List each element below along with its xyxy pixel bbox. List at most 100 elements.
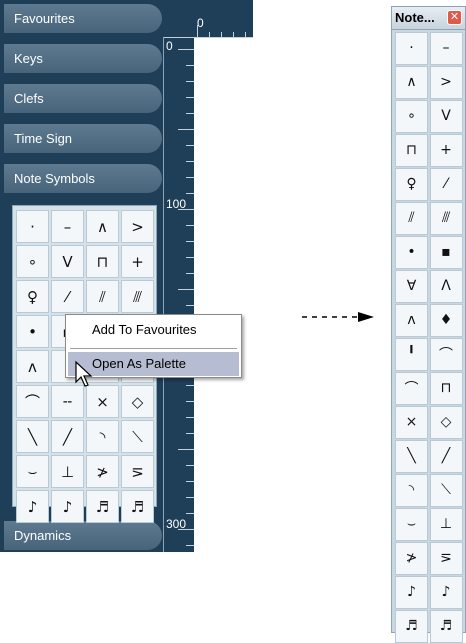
palette-symbol-25[interactable]: ╱ [429,440,463,473]
inspector-symbol-10[interactable]: ⫽ [86,280,119,313]
palette-symbol-4[interactable]: ∘ [395,100,428,133]
inspector-symbol-25[interactable]: ╱ [51,420,84,453]
inspector-symbol-24[interactable]: ╲ [16,420,49,453]
palette-titlebar[interactable]: Note... ✕ [392,7,465,30]
ruler-tick [186,401,194,402]
inspector-symbol-35[interactable]: ♬ [121,490,154,523]
palette-symbol-17[interactable]: ♦ [429,304,463,337]
palette-symbol-18[interactable]: ╹ [395,338,428,371]
palette-symbol-35[interactable]: ♬ [429,610,463,643]
inspector-symbol-1[interactable]: – [51,210,84,243]
ruler-tick [221,32,222,37]
ruler-tick [186,481,194,482]
palette-symbol-19[interactable]: ⌒ [429,338,463,371]
ruler-tick [186,385,194,386]
palette-symbol-12[interactable]: • [395,236,428,269]
inspector-symbol-23[interactable]: ◇ [121,385,154,418]
menu-item-add-to-favourites[interactable]: Add To Favourites [68,318,239,342]
category-time-sign[interactable]: Time Sign [4,124,162,153]
palette-symbol-2[interactable]: ∧ [395,66,428,99]
ruler-tick [186,497,194,498]
palette-symbol-5[interactable]: V [429,100,463,133]
palette-symbol-22[interactable]: × [395,406,428,439]
ruler-label-zero-horizontal: 0 [197,16,204,30]
ruler-tick [209,32,210,37]
ruler-tick [186,273,194,274]
ruler-tick [186,417,194,418]
ruler-label-zero: 0 [166,39,173,53]
palette-symbol-6[interactable]: ⊓ [395,134,428,167]
category-keys[interactable]: Keys [4,44,162,73]
palette-symbol-33[interactable]: ♪ [429,576,463,609]
inspector-symbol-4[interactable]: ∘ [16,245,49,278]
inspector-symbol-6[interactable]: ⊓ [86,245,119,278]
ruler-tick [186,65,194,66]
palette-symbol-9[interactable]: ⁄ [429,168,463,201]
palette-symbol-8[interactable]: ♀ [395,168,428,201]
inspector-symbol-3[interactable]: > [121,210,154,243]
ruler-tick [178,529,194,530]
palette-symbol-16[interactable]: ʌ [395,304,428,337]
palette-symbol-34[interactable]: ♬ [395,610,428,643]
inspector-symbol-11[interactable]: ⫻ [121,280,154,313]
inspector-symbol-9[interactable]: ⁄ [51,280,84,313]
inspector-symbol-12[interactable]: • [16,315,49,348]
palette-symbol-29[interactable]: ⊥ [429,508,463,541]
inspector-symbol-34[interactable]: ♬ [86,490,119,523]
ruler-tick [178,129,194,130]
inspector-symbol-20[interactable]: ⌒ [16,385,49,418]
palette-symbol-32[interactable]: ♪ [395,576,428,609]
palette-symbol-10[interactable]: ⫽ [395,202,428,235]
palette-symbol-15[interactable]: Λ [429,270,463,303]
inspector-symbol-8[interactable]: ♀ [16,280,49,313]
inspector-symbol-33[interactable]: ♪ [51,490,84,523]
ruler-tick [233,32,234,37]
inspector-symbol-28[interactable]: ⌣ [16,455,49,488]
inspector-symbol-7[interactable]: + [121,245,154,278]
palette-symbol-28[interactable]: ⌣ [395,508,428,541]
palette-symbol-11[interactable]: ⫻ [429,202,463,235]
palette-symbol-13[interactable]: ▪ [429,236,463,269]
inspector-symbol-0[interactable]: · [16,210,49,243]
palette-symbol-26[interactable]: ◝ [395,474,428,507]
palette-symbol-1[interactable]: – [429,32,463,65]
ruler-tick [186,81,194,82]
inspector-symbol-26[interactable]: ◝ [86,420,119,453]
category-note-symbols[interactable]: Note Symbols [4,164,162,193]
close-icon[interactable]: ✕ [447,10,462,25]
palette-symbol-7[interactable]: + [429,134,463,167]
category-clefs[interactable]: Clefs [4,84,162,113]
palette-symbol-23[interactable]: ◇ [429,406,463,439]
ruler-tick [186,225,194,226]
palette-symbol-30[interactable]: ≯ [395,542,428,575]
category-favourites[interactable]: Favourites [4,4,162,33]
palette-symbol-0[interactable]: · [395,32,428,65]
ruler-tick [178,449,194,450]
inspector-symbol-2[interactable]: ∧ [86,210,119,243]
mouse-pointer-icon [75,360,93,387]
palette-symbol-31[interactable]: ⋝ [429,542,463,575]
palette-symbol-14[interactable]: ∀ [395,270,428,303]
palette-symbol-3[interactable]: > [429,66,463,99]
palette-symbols-grid: · – ∧ > ∘ V ⊓ + ♀ ⁄ ⫽ ⫻ • ▪ ∀ Λʌ ♦ ╹ ⌒ ⌒ ⊓ × ◇ ╲ ╱ ◝ ⟍ ⌣ ⊥ ≯ ⋝ ♪ ♪ ♬ ♬ [395,32,463,643]
inspector-symbol-30[interactable]: ≯ [86,455,119,488]
note-symbols-palette-window[interactable]: Note... ✕ · – ∧ > ∘ V ⊓ + ♀ ⁄ ⫽ ⫻ • ▪ ∀ Λʌ ♦ ╹ ⌒ ⌒ ⊓ × ◇ ╲ ╱ ◝ ⟍ ⌣ ⊥… [391,6,466,643]
inspector-symbol-16[interactable]: ʌ [16,350,49,383]
palette-symbol-24[interactable]: ╲ [395,440,428,473]
inspector-symbol-5[interactable]: V [51,245,84,278]
inspector-symbol-31[interactable]: ⋝ [121,455,154,488]
palette-symbol-21[interactable]: ⊓ [429,372,463,405]
palette-symbol-27[interactable]: ⟍ [429,474,463,507]
inspector-symbol-32[interactable]: ♪ [16,490,49,523]
dashed-arrow-icon [302,312,374,322]
ruler-tick [186,161,194,162]
ruler-tick [178,289,194,290]
ruler-tick [186,145,194,146]
ruler-tick [186,305,194,306]
ruler-tick [186,113,194,114]
palette-symbol-20[interactable]: ⌒ [395,372,428,405]
inspector-symbol-27[interactable]: ⟍ [121,420,154,453]
ruler-tick [186,465,194,466]
category-dynamics[interactable]: Dynamics [4,521,162,550]
inspector-symbol-29[interactable]: ⊥ [51,455,84,488]
